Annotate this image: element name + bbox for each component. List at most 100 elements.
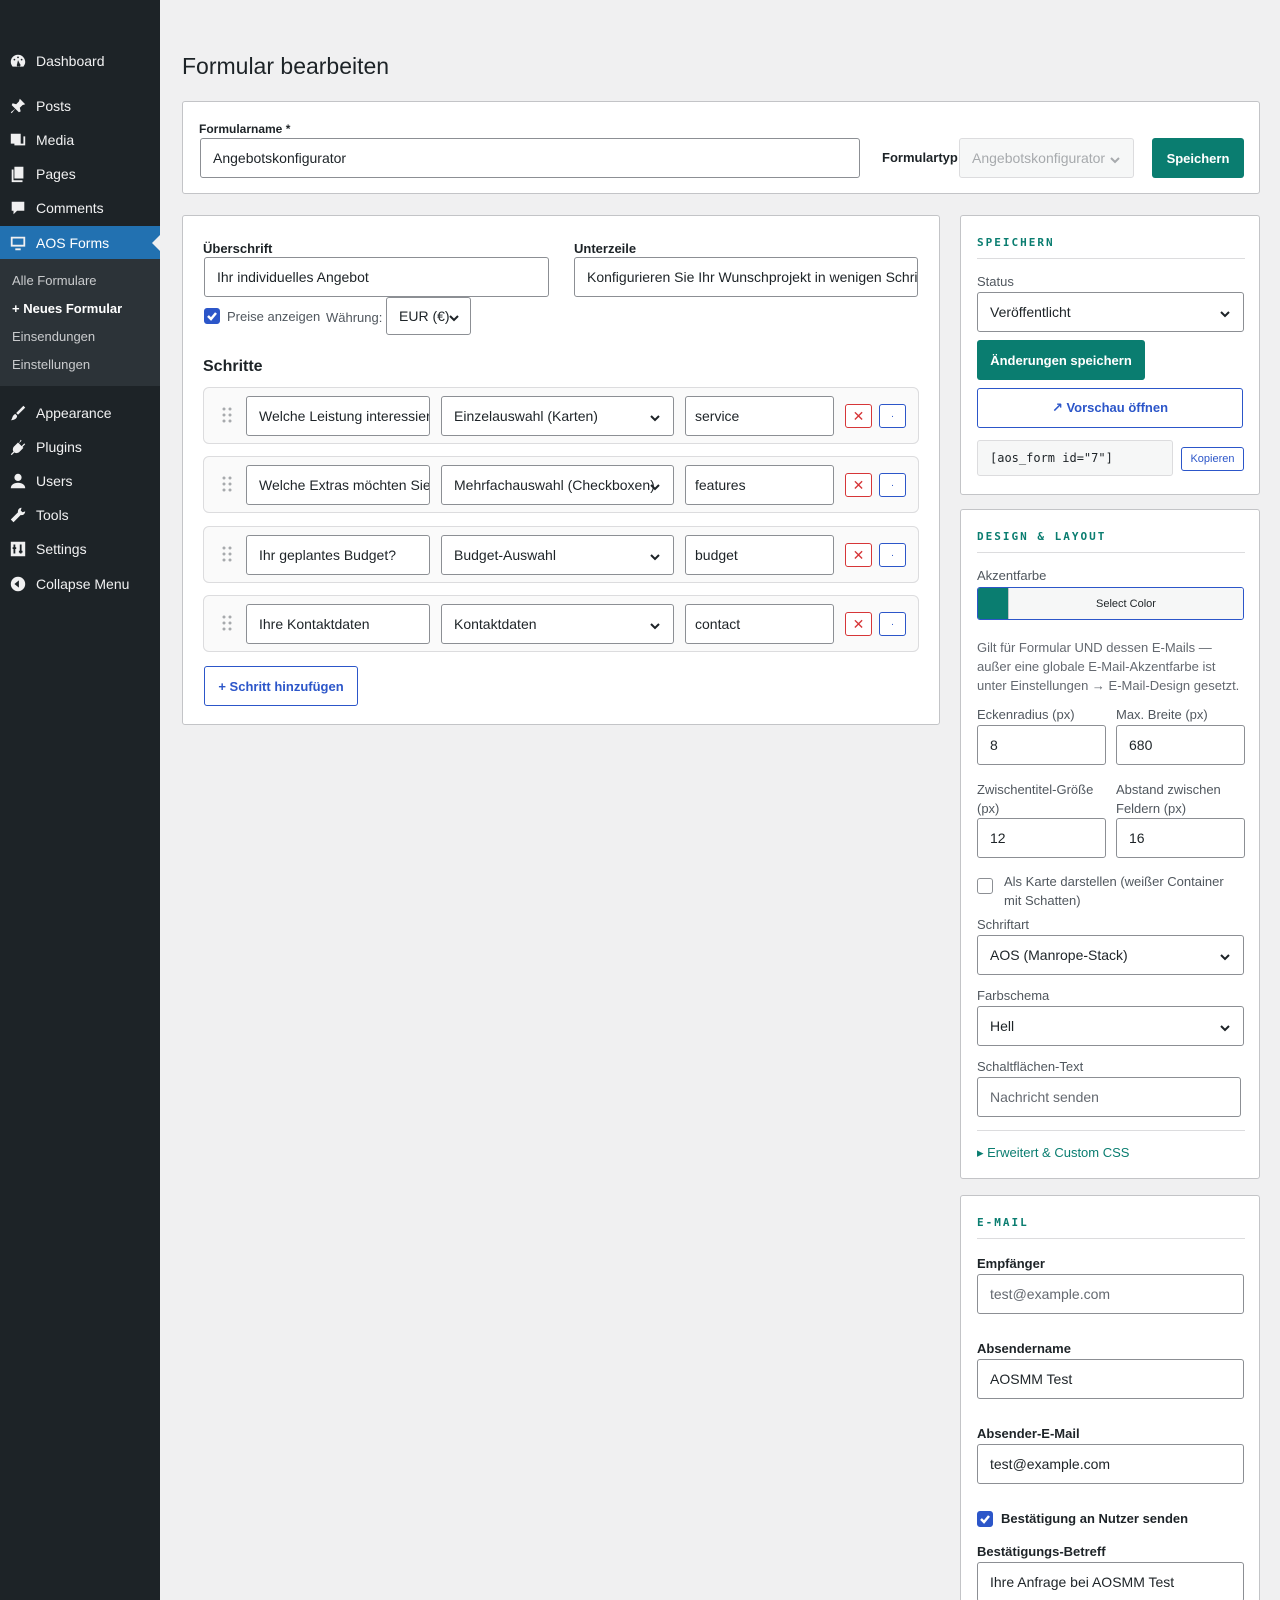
subtitle-size-input[interactable]: 12 (977, 818, 1106, 858)
delete-step-button[interactable]: ✕ (845, 473, 872, 497)
step-key-input[interactable]: features (685, 465, 834, 505)
scheme-select[interactable]: Hell (977, 1006, 1244, 1046)
submenu-new-form[interactable]: + Neues Formular (12, 301, 122, 316)
subline-input[interactable]: Konfigurieren Sie Ihr Wunschprojekt in w… (574, 257, 918, 297)
radius-input[interactable]: 8 (977, 725, 1106, 765)
font-select[interactable]: AOS (Manrope-Stack) (977, 935, 1244, 975)
drag-handle-icon[interactable] (222, 407, 232, 423)
step-key-input[interactable]: contact (685, 604, 834, 644)
confirm-subject-input[interactable]: Ihre Anfrage bei AOSMM Test (977, 1562, 1244, 1600)
copy-shortcode-button[interactable]: Kopieren (1181, 447, 1244, 471)
menu-item-tools[interactable]: Tools (0, 498, 160, 532)
pages-icon (8, 164, 28, 184)
step-question-input[interactable]: Ihr geplantes Budget? (246, 535, 430, 575)
menu-item-settings[interactable]: Settings (0, 532, 160, 566)
font-value: AOS (Manrope-Stack) (990, 947, 1128, 963)
form-name-input[interactable]: Angebotskonfigurator (200, 138, 860, 178)
chevron-down-icon (649, 619, 661, 631)
step-key-input[interactable]: budget (685, 535, 834, 575)
drag-handle-icon[interactable] (222, 546, 232, 562)
steps-title: Schritte (203, 358, 263, 375)
advanced-css-toggle[interactable]: ▸ Erweitert & Custom CSS (977, 1145, 1129, 1161)
button-text-label: Schaltflächen-Text (977, 1059, 1084, 1074)
step-question-input[interactable]: Welche Leistung interessiert Sie? (246, 396, 430, 436)
step-type-value: Kontaktdaten (454, 616, 537, 632)
drag-handle-icon[interactable] (222, 615, 232, 631)
step-type-select[interactable]: Einzelauswahl (Karten) (441, 396, 674, 436)
comment-icon (8, 198, 28, 218)
wrench-icon (8, 505, 28, 525)
heading-input[interactable]: Ihr individuelles Angebot (204, 257, 549, 297)
max-width-input[interactable]: 680 (1116, 725, 1245, 765)
currency-select[interactable]: EUR (€) (386, 297, 471, 335)
subline-label: Unterzeile (574, 241, 637, 256)
sender-email-input[interactable]: test@example.com (977, 1444, 1244, 1484)
form-name-card: Formularname * Angebotskonfigurator Form… (182, 101, 1260, 194)
step-key-input[interactable]: service (685, 396, 834, 436)
button-text-input[interactable]: Nachricht senden (977, 1077, 1241, 1117)
step-type-select[interactable]: Mehrfachauswahl (Checkboxen) (441, 465, 674, 505)
step-question-input[interactable]: Ihre Kontaktdaten (246, 604, 430, 644)
step-type-select[interactable]: Kontaktdaten (441, 604, 674, 644)
field-gap-label: Abstand zwischen Feldern (px) (1116, 782, 1221, 816)
heading-label: Überschrift (203, 241, 273, 256)
step-options-button[interactable]: · (879, 473, 906, 497)
step-row: Welche Extras möchten Sie? Mehrfachauswa… (203, 456, 919, 513)
menu-item-dashboard[interactable]: Dashboard (0, 44, 160, 78)
menu-item-pages[interactable]: Pages (0, 157, 160, 191)
status-select[interactable]: Veröffentlicht (977, 292, 1244, 332)
menu-item-users[interactable]: Users (0, 464, 160, 498)
sender-name-input[interactable]: AOSMM Test (977, 1359, 1244, 1399)
divider (977, 1238, 1245, 1239)
email-box: E-MAIL Empfänger test@example.com Absend… (960, 1195, 1260, 1600)
recipient-label: Empfänger (977, 1256, 1045, 1271)
accent-color-swatch[interactable] (978, 588, 1008, 619)
step-question-input[interactable]: Welche Extras möchten Sie? (246, 465, 430, 505)
submenu-submissions[interactable]: Einsendungen (12, 329, 95, 344)
submenu-settings[interactable]: Einstellungen (12, 357, 90, 372)
menu-item-media[interactable]: Media (0, 123, 160, 157)
save-changes-button[interactable]: Änderungen speichern (977, 340, 1145, 380)
currency-label: Währung: (326, 310, 383, 325)
drag-handle-icon[interactable] (222, 476, 232, 492)
save-button[interactable]: Speichern (1152, 138, 1244, 178)
confirm-subject-label: Bestätigungs-Betreff (977, 1544, 1106, 1559)
pin-icon (8, 96, 28, 116)
add-step-button[interactable]: + Schritt hinzufügen (204, 666, 358, 706)
card-style-checkbox[interactable] (977, 878, 993, 894)
step-options-button[interactable]: · (879, 612, 906, 636)
media-icon (8, 130, 28, 150)
preview-button[interactable]: ↗ Vorschau öffnen (977, 388, 1243, 428)
status-value: Veröffentlicht (990, 304, 1071, 320)
step-options-button[interactable]: · (879, 543, 906, 567)
field-gap-input[interactable]: 16 (1116, 818, 1245, 858)
menu-item-plugins[interactable]: Plugins (0, 430, 160, 464)
step-type-value: Budget-Auswahl (454, 547, 556, 563)
show-prices-checkbox[interactable] (204, 308, 220, 324)
recipient-input[interactable]: test@example.com (977, 1274, 1244, 1314)
menu-label: Posts (36, 98, 72, 114)
menu-item-aos-forms[interactable]: AOS Forms (0, 226, 160, 260)
select-color-label[interactable]: Select Color (1008, 588, 1243, 619)
step-options-button[interactable]: · (879, 404, 906, 428)
menu-item-comments[interactable]: Comments (0, 191, 160, 225)
shortcode-field[interactable]: [aos_form id="7"] (977, 440, 1173, 476)
step-type-select[interactable]: Budget-Auswahl (441, 535, 674, 575)
delete-step-button[interactable]: ✕ (845, 404, 872, 428)
form-type-select[interactable]: Angebotskonfigurator (959, 138, 1134, 178)
submenu-all-forms[interactable]: Alle Formulare (12, 273, 97, 288)
subtitle-size-label: Zwischentitel-Größe (px) (977, 782, 1094, 816)
send-confirmation-checkbox[interactable] (977, 1511, 993, 1527)
delete-step-button[interactable]: ✕ (845, 612, 872, 636)
menu-item-collapse[interactable]: Collapse Menu (0, 567, 160, 601)
delete-step-button[interactable]: ✕ (845, 543, 872, 567)
save-box-title: SPEICHERN (977, 236, 1055, 249)
admin-sidebar: Dashboard Posts Media Pages Comments AOS… (0, 0, 160, 1600)
menu-item-posts[interactable]: Posts (0, 89, 160, 123)
menu-item-appearance[interactable]: Appearance (0, 396, 160, 430)
chevron-down-icon (1109, 153, 1121, 165)
accent-color-picker[interactable]: Select Color (977, 587, 1244, 620)
chevron-down-icon (649, 480, 661, 492)
scheme-label: Farbschema (977, 988, 1050, 1003)
brush-icon (8, 403, 28, 423)
